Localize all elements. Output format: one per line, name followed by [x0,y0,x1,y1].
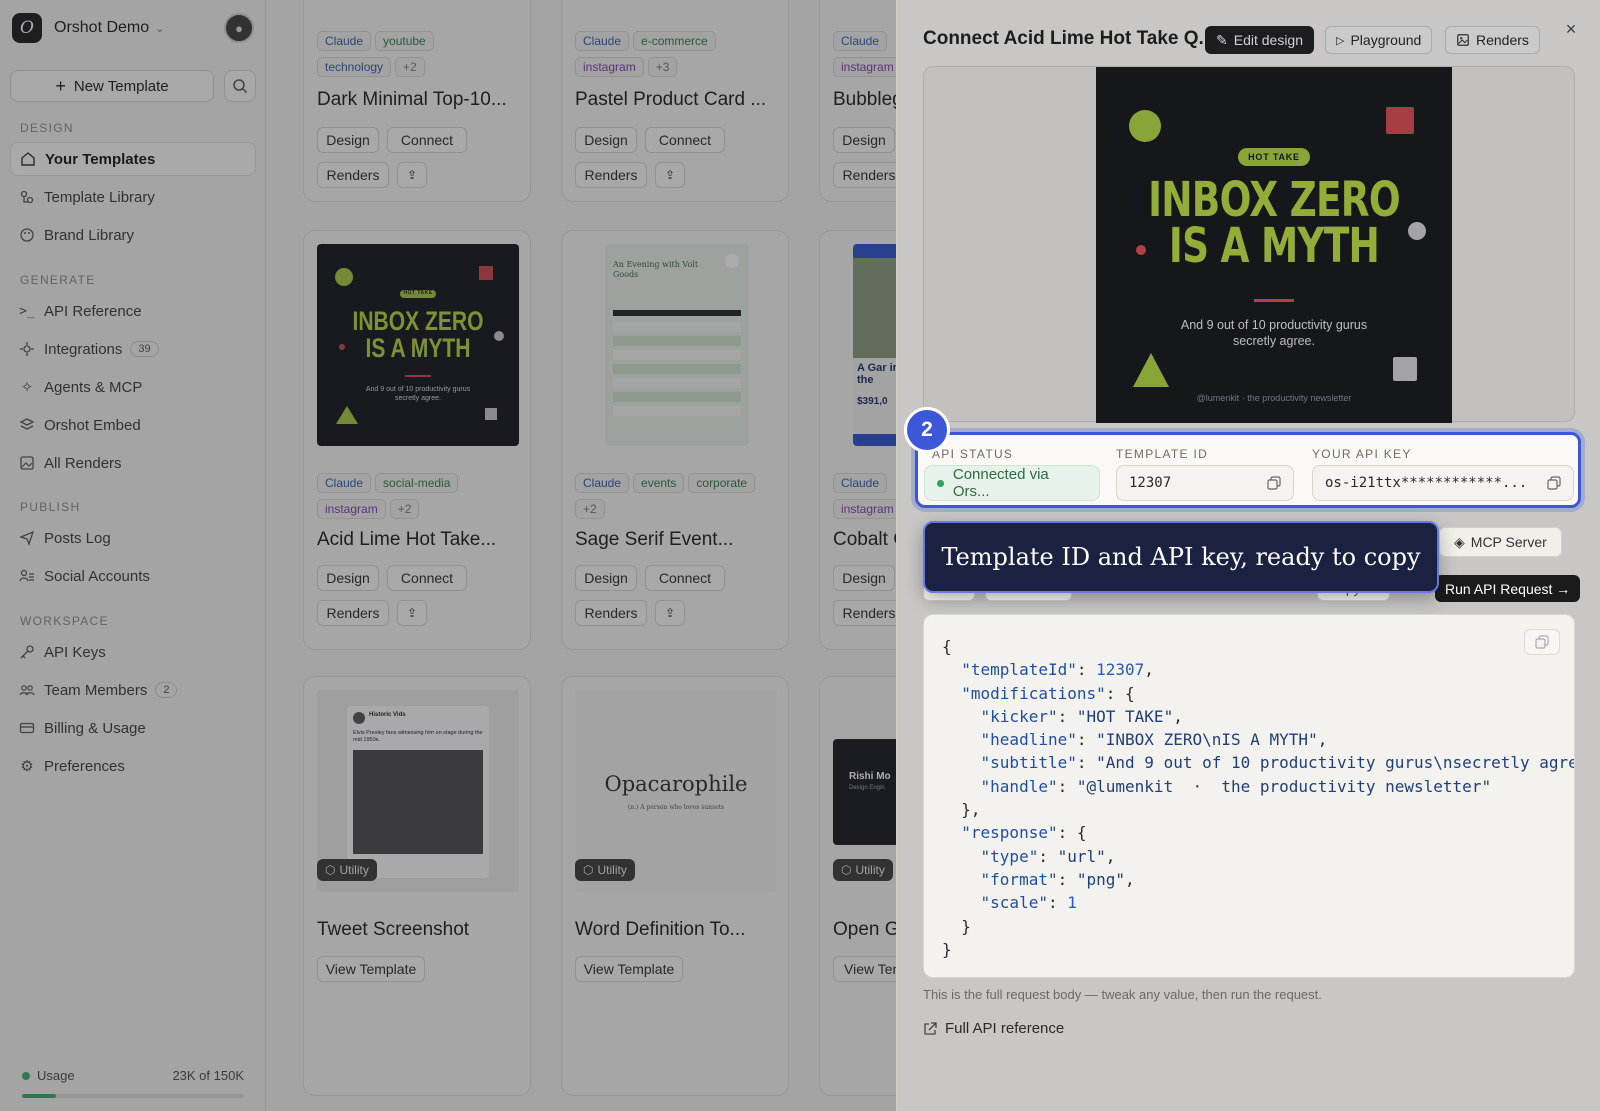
template-preview: HOT TAKE INBOX ZERO IS A MYTH And 9 out … [1096,67,1452,423]
full-api-reference-label: Full API reference [945,1020,1065,1037]
preview-rule [1254,299,1294,302]
preview-kicker: HOT TAKE [1238,148,1310,166]
modal-backdrop[interactable] [0,0,896,1111]
code-block: { "templateId": 12307, "modifications": … [942,635,1575,961]
renders-button[interactable]: Renders [1445,26,1540,54]
preview-frame: HOT TAKE INBOX ZERO IS A MYTH And 9 out … [923,66,1575,423]
template-id-field[interactable]: 12307 [1116,465,1294,501]
image-icon [1457,34,1469,46]
code-template-id: 12307 [1096,660,1145,680]
close-icon[interactable]: × [1560,18,1582,40]
request-hint: This is the full request body — tweak an… [923,987,1322,1002]
api-status-label: API STATUS [932,447,1014,461]
status-dot [937,479,944,487]
copy-icon[interactable] [1547,476,1561,490]
api-status-text: Connected via Ors... [952,466,1049,500]
drawer-title: Connect Acid Lime Hot Take Q... [923,28,1215,49]
step-badge: 2 [904,407,950,453]
code-format: png [1086,869,1116,889]
code-kicker: HOT TAKE [1086,706,1164,726]
connect-drawer: Connect Acid Lime Hot Take Q... ✎ Edit de… [896,0,1600,1111]
mcp-server-label: MCP Server [1470,534,1547,550]
play-icon: ▷ [1336,34,1345,47]
code-handle: @lumenkit · the productivity newsletter [1086,776,1482,796]
preview-subtitle: And 9 out of 10 productivity gurus secre… [1180,318,1368,348]
run-api-request-button[interactable]: Run API Request → [1435,575,1581,602]
api-status-panel: API STATUS Connected via Ors... TEMPLATE… [904,407,1581,508]
external-link-icon [924,1021,937,1035]
template-id-value: 12307 [1129,475,1172,491]
api-key-field[interactable]: os-i21ttx************... [1312,465,1574,501]
edit-design-label: Edit design [1233,32,1304,48]
playground-button[interactable]: ▷ Playground [1325,26,1433,54]
api-status-value: Connected via Ors... [924,465,1100,501]
preview-handle: @lumenkit · the productivity newsletter [1196,393,1352,403]
api-key-label: YOUR API KEY [1312,447,1412,461]
api-key-value: os-i21ttx************... [1325,475,1528,491]
code-type: url [1067,846,1097,866]
full-api-reference-link[interactable]: Full API reference [923,1020,1064,1037]
playground-label: Playground [1350,32,1422,48]
onboarding-tooltip: Template ID and API key, ready to copy [923,521,1439,593]
code-headline: INBOX ZERO\nIS A MYTH [1105,730,1309,750]
request-body-code[interactable]: { "templateId": 12307, "modifications": … [923,614,1575,978]
preview-headline: INBOX ZERO IS A MYTH [1148,172,1401,274]
mcp-icon: ◈ [1454,533,1465,550]
code-scale: 1 [1067,893,1077,913]
pencil-icon: ✎ [1216,31,1228,48]
template-id-label: TEMPLATE ID [1116,447,1209,461]
code-subtitle: And 9 out of 10 productivity gurus\nsecr… [1105,753,1575,773]
edit-design-button[interactable]: ✎ Edit design [1205,26,1315,54]
mcp-server-tab[interactable]: ◈ MCP Server [1439,527,1562,557]
copy-icon[interactable] [1267,476,1281,490]
renders-label: Renders [1476,32,1529,48]
